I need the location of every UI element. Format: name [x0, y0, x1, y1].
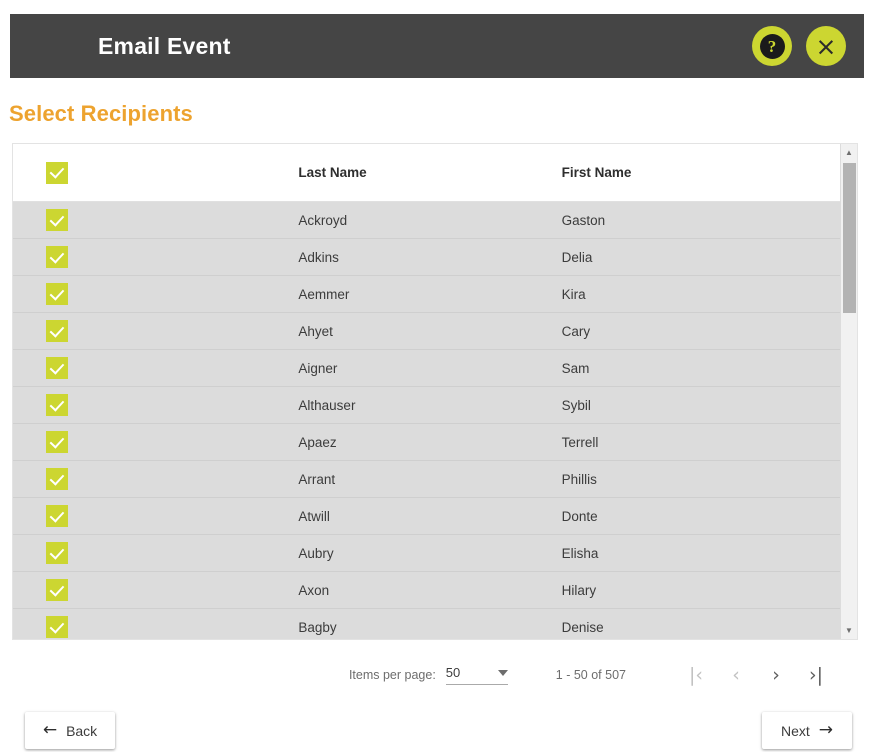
row-checkbox-cell	[13, 386, 298, 424]
row-checkbox[interactable]	[46, 357, 68, 379]
cell-last-name: Apaez	[297, 423, 562, 461]
table-row[interactable]: Bagby Denise	[13, 608, 840, 639]
cell-last-name: Aemmer	[297, 275, 562, 313]
recipients-table: Last Name First Name Ackroyd Gaston Adkins…	[13, 144, 840, 639]
table-body: Ackroyd Gaston Adkins Delia Aemmer Kira Ahyet C…	[13, 201, 840, 639]
cell-first-name: Delia	[561, 238, 840, 276]
arrow-right-icon: →	[818, 720, 834, 740]
page-size-value: 50	[445, 665, 461, 680]
row-checkbox[interactable]	[46, 616, 68, 638]
table-row[interactable]: Ahyet Cary	[13, 312, 840, 350]
cell-first-name: Gaston	[561, 201, 840, 239]
row-checkbox-cell	[13, 275, 298, 313]
table-row[interactable]: Apaez Terrell	[13, 423, 840, 461]
cell-first-name: Sybil	[561, 386, 840, 424]
next-button-label: Next	[780, 722, 810, 739]
scroll-up-arrow-icon[interactable]: ▲	[841, 144, 858, 161]
table-row[interactable]: Aemmer Kira	[13, 275, 840, 313]
cell-last-name: Althauser	[297, 386, 562, 424]
row-checkbox[interactable]	[46, 579, 68, 601]
table-scrollbar[interactable]: ▲ ▼	[840, 144, 857, 639]
table-header: Last Name First Name	[13, 144, 840, 202]
previous-page-button[interactable]: ‹	[716, 658, 756, 692]
chevron-down-icon	[497, 669, 508, 676]
page-size-select[interactable]: 50	[445, 665, 508, 685]
scrollbar-thumb[interactable]	[843, 163, 856, 313]
last-page-button[interactable]: ›|	[796, 658, 836, 692]
cell-last-name: Aubry	[297, 534, 562, 572]
table-row[interactable]: Arrant Phillis	[13, 460, 840, 498]
cell-last-name: Ackroyd	[297, 201, 562, 239]
table-header-row: Last Name First Name	[13, 144, 840, 202]
row-checkbox[interactable]	[46, 505, 68, 527]
row-checkbox[interactable]	[46, 468, 68, 490]
back-button[interactable]: ← Back	[25, 712, 115, 749]
cell-last-name: Adkins	[297, 238, 562, 276]
cell-last-name: Axon	[297, 571, 562, 609]
row-checkbox[interactable]	[46, 320, 68, 342]
next-page-button[interactable]: ›	[756, 658, 796, 692]
cell-first-name: Sam	[561, 349, 840, 387]
dialog-title-bar: Email Event ? ×	[10, 14, 864, 78]
next-button[interactable]: Next →	[762, 712, 852, 749]
pagination-range-label: 1 - 50 of 507	[555, 668, 626, 682]
cell-first-name: Hilary	[561, 571, 840, 609]
table-row[interactable]: Atwill Donte	[13, 497, 840, 535]
paginator: Items per page: 50 1 - 50 of 507 |‹ ‹ › …	[12, 655, 858, 695]
row-checkbox[interactable]	[46, 283, 68, 305]
row-checkbox-cell	[13, 571, 298, 609]
table-row[interactable]: Adkins Delia	[13, 238, 840, 276]
row-checkbox-cell	[13, 201, 298, 239]
recipients-table-scroll-area: Last Name First Name Ackroyd Gaston Adkins…	[13, 144, 840, 639]
row-checkbox-cell	[13, 349, 298, 387]
table-row[interactable]: Aubry Elisha	[13, 534, 840, 572]
scrollbar-track[interactable]	[841, 161, 857, 622]
title-bar-actions: ? ×	[752, 26, 846, 66]
first-page-button[interactable]: |‹	[676, 658, 716, 692]
cell-first-name: Donte	[561, 497, 840, 535]
cell-last-name: Atwill	[297, 497, 562, 535]
column-header-first-name[interactable]: First Name	[561, 144, 840, 202]
select-all-header-cell	[13, 144, 298, 202]
cell-last-name: Bagby	[297, 608, 562, 639]
cell-last-name: Ahyet	[297, 312, 562, 350]
table-row[interactable]: Ackroyd Gaston	[13, 201, 840, 239]
close-button[interactable]: ×	[806, 26, 846, 66]
cell-first-name: Cary	[561, 312, 840, 350]
back-button-label: Back	[66, 722, 98, 739]
cell-last-name: Arrant	[297, 460, 562, 498]
row-checkbox-cell	[13, 460, 298, 498]
row-checkbox-cell	[13, 534, 298, 572]
table-row[interactable]: Aigner Sam	[13, 349, 840, 387]
row-checkbox[interactable]	[46, 431, 68, 453]
close-icon: ×	[815, 31, 837, 61]
scroll-down-arrow-icon[interactable]: ▼	[841, 622, 858, 639]
row-checkbox[interactable]	[46, 209, 68, 231]
row-checkbox[interactable]	[46, 542, 68, 564]
cell-first-name: Phillis	[561, 460, 840, 498]
cell-first-name: Kira	[561, 275, 840, 313]
dialog-title: Email Event	[98, 32, 231, 59]
recipients-table-card: Last Name First Name Ackroyd Gaston Adkins…	[12, 143, 858, 640]
select-all-checkbox[interactable]	[46, 161, 68, 184]
row-checkbox-cell	[13, 608, 298, 639]
row-checkbox[interactable]	[46, 394, 68, 416]
row-checkbox-cell	[13, 497, 298, 535]
row-checkbox-cell	[13, 423, 298, 461]
row-checkbox-cell	[13, 238, 298, 276]
page-title: Select Recipients	[9, 101, 193, 126]
cell-first-name: Elisha	[561, 534, 840, 572]
row-checkbox[interactable]	[46, 246, 68, 268]
table-row[interactable]: Axon Hilary	[13, 571, 840, 609]
arrow-left-icon: ←	[42, 720, 58, 740]
table-row[interactable]: Althauser Sybil	[13, 386, 840, 424]
cell-first-name: Terrell	[561, 423, 840, 461]
cell-last-name: Aigner	[297, 349, 562, 387]
help-circle-icon: ?	[759, 33, 785, 59]
column-header-last-name[interactable]: Last Name	[297, 144, 562, 202]
help-button[interactable]: ?	[752, 26, 792, 66]
items-per-page-label: Items per page:	[348, 668, 436, 682]
row-checkbox-cell	[13, 312, 298, 350]
cell-first-name: Denise	[561, 608, 840, 639]
